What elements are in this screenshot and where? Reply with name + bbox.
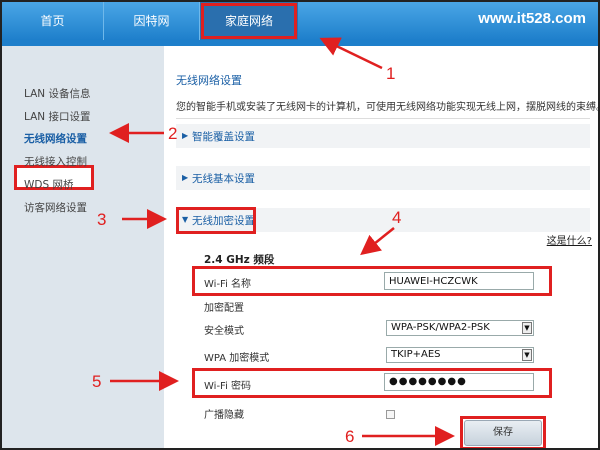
- tab-home-network[interactable]: 家庭网络: [200, 2, 298, 40]
- wpa-mode-label: WPA 加密模式: [204, 353, 270, 364]
- watermark: www.it528.com: [478, 10, 586, 27]
- tab-internet[interactable]: 因特网: [104, 2, 200, 40]
- step-number-5: 5: [92, 372, 102, 391]
- step-number-2: 2: [168, 124, 178, 143]
- encryption-highlight-box: [176, 207, 256, 234]
- wifi-password-input[interactable]: ●●●●●●●●: [384, 373, 534, 391]
- chevron-right-icon: ▶: [182, 131, 189, 140]
- security-mode-label: 安全模式: [204, 326, 244, 337]
- section-label: 智能覆盖设置: [192, 131, 255, 143]
- help-link[interactable]: 这是什么?: [547, 232, 592, 247]
- save-button[interactable]: 保存: [464, 420, 542, 446]
- chevron-down-icon[interactable]: ▼: [522, 349, 532, 361]
- wpa-mode-value: TKIP+AES: [391, 349, 441, 360]
- sidebar-item-wireless-access-control[interactable]: 无线接入控制: [24, 154, 87, 169]
- security-mode-value: WPA-PSK/WPA2-PSK: [391, 322, 490, 333]
- section-smart-coverage[interactable]: ▶ 智能覆盖设置: [176, 124, 590, 148]
- section-label: 无线基本设置: [192, 173, 255, 185]
- step-number-6: 6: [345, 427, 355, 446]
- tab-home[interactable]: 首页: [2, 2, 104, 40]
- wifi-name-input[interactable]: [384, 272, 534, 290]
- page-description: 您的智能手机或安装了无线网卡的计算机，可使用无线网络功能实现无线上网，摆脱网线的…: [176, 102, 600, 113]
- band-title: 2.4 GHz 频段: [204, 254, 275, 266]
- sidebar-item-wireless-settings[interactable]: 无线网络设置: [24, 131, 87, 146]
- sidebar-item-lan-interface[interactable]: LAN 接口设置: [24, 109, 90, 124]
- page-title: 无线网络设置: [176, 74, 242, 87]
- wpa-mode-select[interactable]: TKIP+AES ▼: [386, 347, 534, 363]
- broadcast-hide-label: 广播隐藏: [204, 410, 244, 421]
- sidebar-item-lan-device-info[interactable]: LAN 设备信息: [24, 86, 90, 101]
- wifi-name-label: Wi-Fi 名称: [204, 279, 252, 290]
- section-wireless-basic[interactable]: ▶ 无线基本设置: [176, 166, 590, 190]
- sidebar-item-wds-bridge[interactable]: WDS 网桥: [24, 177, 73, 192]
- broadcast-hide-checkbox[interactable]: [386, 410, 395, 419]
- chevron-down-icon[interactable]: ▼: [522, 322, 532, 334]
- step-number-4: 4: [392, 208, 402, 227]
- chevron-right-icon: ▶: [182, 173, 189, 182]
- sidebar: LAN 设备信息 LAN 接口设置 无线网络设置 无线接入控制 WDS 网桥 访…: [2, 46, 164, 448]
- encryption-config-label: 加密配置: [204, 303, 244, 314]
- wifi-password-label: Wi-Fi 密码: [204, 381, 252, 392]
- tab-highlight-box: [201, 3, 297, 39]
- security-mode-select[interactable]: WPA-PSK/WPA2-PSK ▼: [386, 320, 534, 336]
- sidebar-item-guest-network[interactable]: 访客网络设置: [24, 200, 87, 215]
- divider: [176, 118, 590, 119]
- top-navigation-bar: 首页 因特网 家庭网络 www.it528.com: [2, 2, 598, 40]
- step-number-1: 1: [386, 64, 396, 83]
- main-content: 无线网络设置 您的智能手机或安装了无线网卡的计算机，可使用无线网络功能实现无线上…: [164, 46, 600, 448]
- router-admin-window: 首页 因特网 家庭网络 www.it528.com LAN 设备信息 LAN 接…: [0, 0, 600, 450]
- step-number-3: 3: [97, 210, 107, 229]
